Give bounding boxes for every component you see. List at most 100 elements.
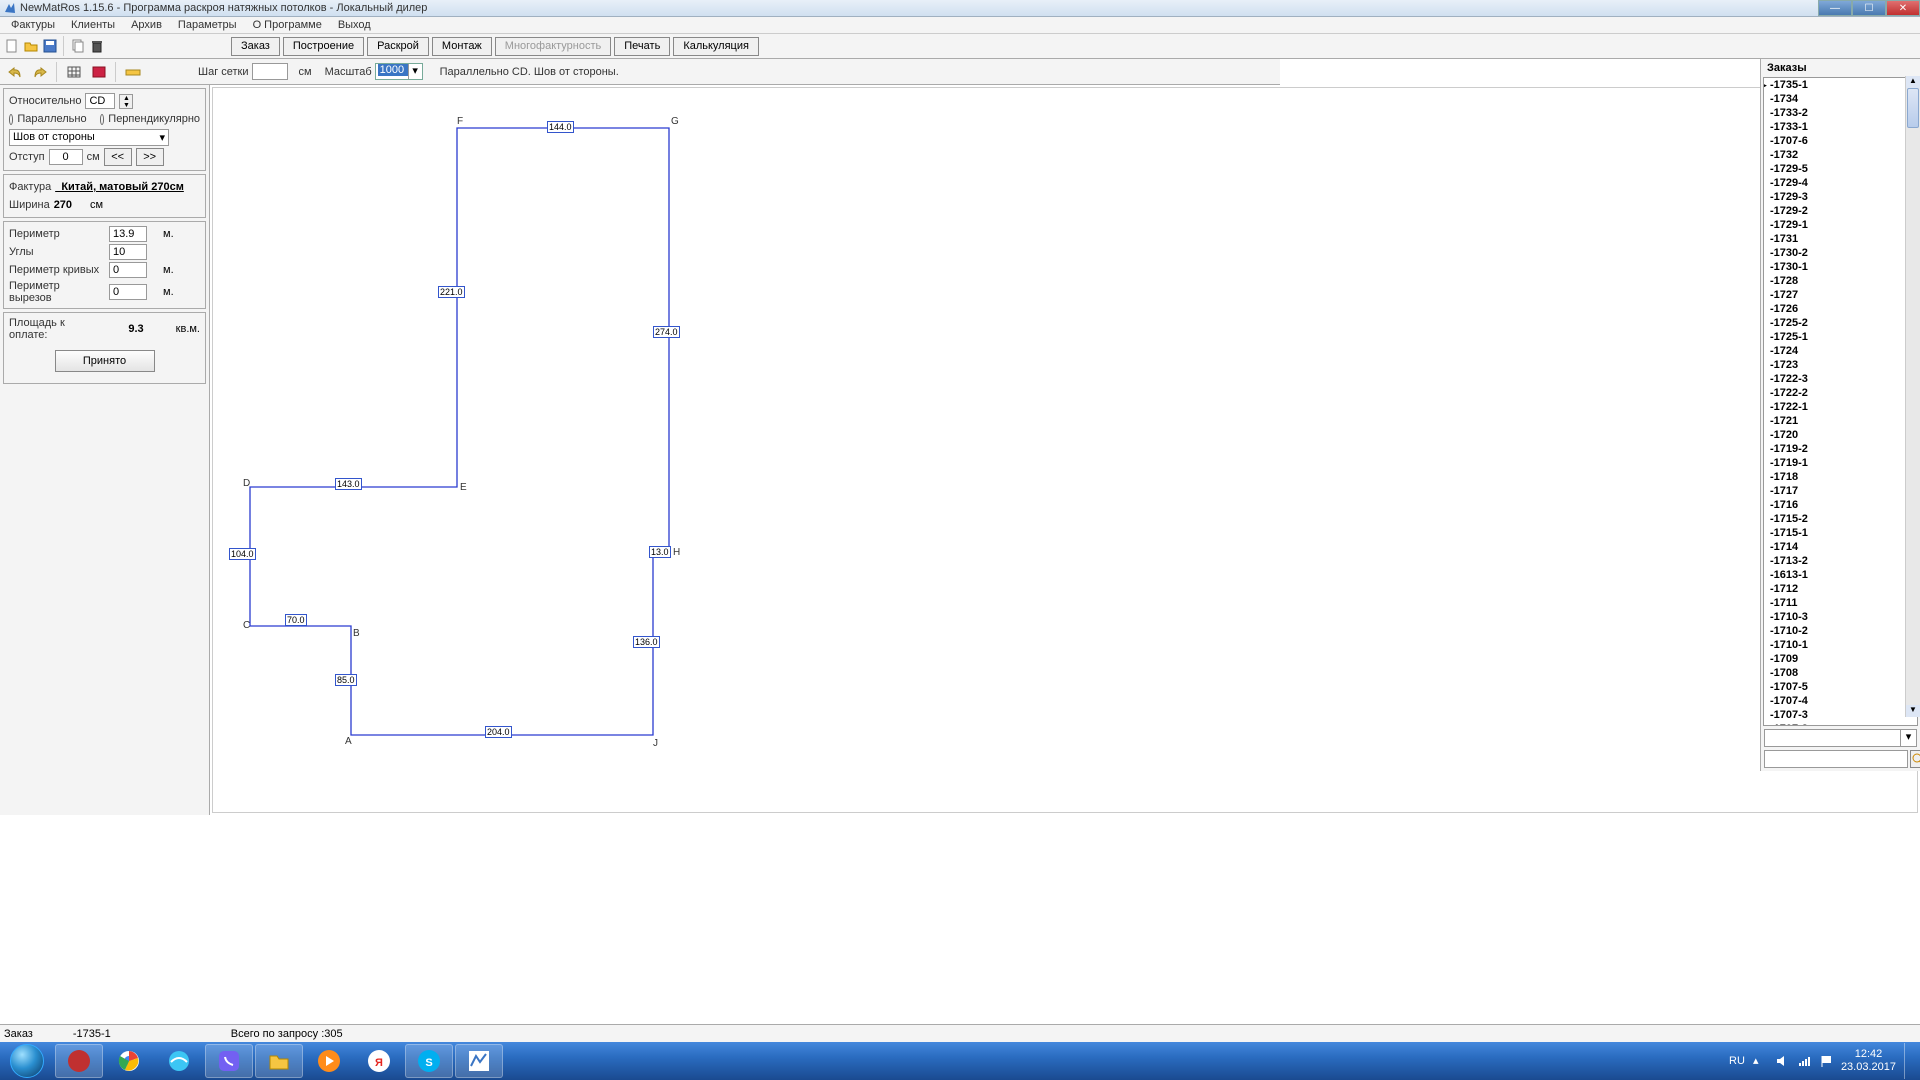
delete-icon[interactable]	[89, 38, 105, 54]
taskbar-explorer[interactable]	[255, 1044, 303, 1078]
order-item[interactable]: -1710-1	[1764, 638, 1917, 652]
tray-show-hidden-icon[interactable]: ▴	[1753, 1054, 1767, 1068]
order-item[interactable]: -1708	[1764, 666, 1917, 680]
undo-icon[interactable]	[4, 62, 26, 82]
scroll-up-icon[interactable]: ▲	[1906, 76, 1920, 88]
snap-icon[interactable]	[88, 62, 110, 82]
menu-item[interactable]: О Программе	[246, 18, 329, 32]
order-item[interactable]: -1725-1	[1764, 330, 1917, 344]
order-item[interactable]: -1729-5	[1764, 162, 1917, 176]
grid-step-input[interactable]	[252, 63, 288, 80]
taskbar-current-app[interactable]	[455, 1044, 503, 1078]
order-item[interactable]: -1731	[1764, 232, 1917, 246]
close-button[interactable]: ✕	[1886, 0, 1920, 16]
search-input[interactable]	[1764, 750, 1908, 768]
new-icon[interactable]	[4, 38, 20, 54]
seam-select[interactable]: Шов от стороны▾	[9, 129, 169, 146]
taskbar-yandex[interactable]: Я	[355, 1044, 403, 1078]
order-item[interactable]: -1719-2	[1764, 442, 1917, 456]
taskbar-ie[interactable]	[155, 1044, 203, 1078]
taskbar-viber[interactable]	[205, 1044, 253, 1078]
order-item[interactable]: -1707-3	[1764, 708, 1917, 722]
order-item[interactable]: -1730-2	[1764, 246, 1917, 260]
tab-build[interactable]: Построение	[283, 37, 364, 56]
offset-dec-button[interactable]: <<	[104, 148, 132, 166]
order-item[interactable]: -1729-2	[1764, 204, 1917, 218]
order-item[interactable]: -1718	[1764, 470, 1917, 484]
order-item[interactable]: -1712	[1764, 582, 1917, 596]
taskbar[interactable]: Я S RU ▴ 12:42 23.03.2017	[0, 1042, 1920, 1080]
order-item[interactable]: -1707-4	[1764, 694, 1917, 708]
system-tray[interactable]: RU ▴ 12:42 23.03.2017	[1721, 1043, 1920, 1079]
order-item[interactable]: -1733-2	[1764, 106, 1917, 120]
taskbar-app[interactable]	[55, 1044, 103, 1078]
scrollbar[interactable]: ▲ ▼	[1905, 76, 1920, 717]
order-item[interactable]: -1719-1	[1764, 456, 1917, 470]
order-item[interactable]: -1729-4	[1764, 176, 1917, 190]
order-item[interactable]: -1722-3	[1764, 372, 1917, 386]
menu-item[interactable]: Архив	[124, 18, 169, 32]
order-item[interactable]: -1723	[1764, 358, 1917, 372]
accept-button[interactable]: Принято	[55, 350, 155, 372]
order-item[interactable]: -1613-1	[1764, 568, 1917, 582]
taskbar-chrome[interactable]	[105, 1044, 153, 1078]
taskbar-skype[interactable]: S	[405, 1044, 453, 1078]
order-item[interactable]: -1710-2	[1764, 624, 1917, 638]
order-item[interactable]: -1734	[1764, 92, 1917, 106]
order-item[interactable]: -1721	[1764, 414, 1917, 428]
maximize-button[interactable]: ☐	[1852, 0, 1886, 16]
tab-multi[interactable]: Многофактурность	[495, 37, 611, 56]
taskbar-media[interactable]	[305, 1044, 353, 1078]
order-item[interactable]: -1722-1	[1764, 400, 1917, 414]
tab-cut[interactable]: Раскрой	[367, 37, 429, 56]
order-item[interactable]: -1729-1	[1764, 218, 1917, 232]
order-item[interactable]: -1717	[1764, 484, 1917, 498]
flag-icon[interactable]	[1819, 1054, 1833, 1068]
scroll-down-icon[interactable]: ▼	[1906, 705, 1920, 717]
order-item[interactable]: -1733-1	[1764, 120, 1917, 134]
order-item[interactable]: -1724	[1764, 344, 1917, 358]
order-item[interactable]: -1735-1	[1764, 78, 1917, 92]
menu-item[interactable]: Клиенты	[64, 18, 122, 32]
radio-perpendicular[interactable]	[100, 114, 104, 125]
tab-mount[interactable]: Монтаж	[432, 37, 492, 56]
menu-item[interactable]: Выход	[331, 18, 378, 32]
order-item[interactable]: -1730-1	[1764, 260, 1917, 274]
language-indicator[interactable]: RU	[1729, 1055, 1745, 1067]
tab-calc[interactable]: Калькуляция	[673, 37, 759, 56]
minimize-button[interactable]: —	[1818, 0, 1852, 16]
network-icon[interactable]	[1797, 1054, 1811, 1068]
order-item[interactable]: -1715-2	[1764, 512, 1917, 526]
show-desktop-button[interactable]	[1904, 1043, 1912, 1079]
order-item[interactable]: -1707-6	[1764, 134, 1917, 148]
volume-icon[interactable]	[1775, 1054, 1789, 1068]
order-item[interactable]: -1732	[1764, 148, 1917, 162]
offset-inc-button[interactable]: >>	[136, 148, 164, 166]
order-item[interactable]: -1709	[1764, 652, 1917, 666]
relative-value[interactable]: CD	[85, 93, 115, 109]
order-item[interactable]: -1729-3	[1764, 190, 1917, 204]
order-item[interactable]: -1715-1	[1764, 526, 1917, 540]
open-icon[interactable]	[23, 38, 39, 54]
tab-print[interactable]: Печать	[614, 37, 670, 56]
start-button[interactable]	[0, 1042, 54, 1080]
measure-icon[interactable]	[122, 62, 144, 82]
save-icon[interactable]	[42, 38, 58, 54]
grid-icon[interactable]	[63, 62, 85, 82]
menu-item[interactable]: Фактуры	[4, 18, 62, 32]
drawing-canvas[interactable]: F G E D C B A H J 144.0 221.0 274.0 143.…	[212, 87, 1918, 813]
offset-input[interactable]: 0	[49, 149, 83, 165]
order-item[interactable]: -1726	[1764, 302, 1917, 316]
order-item[interactable]: -1725-2	[1764, 316, 1917, 330]
order-item[interactable]: -1720	[1764, 428, 1917, 442]
order-item[interactable]: -1711	[1764, 596, 1917, 610]
order-item[interactable]: -1727	[1764, 288, 1917, 302]
order-item[interactable]: -1722-2	[1764, 386, 1917, 400]
radio-parallel[interactable]	[9, 114, 13, 125]
menu-item[interactable]: Параметры	[171, 18, 244, 32]
orders-list[interactable]: -1735-1-1734-1733-2-1733-1-1707-6-1732-1…	[1763, 77, 1918, 726]
order-item[interactable]: -1714	[1764, 540, 1917, 554]
clock[interactable]: 12:42 23.03.2017	[1841, 1048, 1896, 1074]
spinner-icon[interactable]: ▲▼	[119, 94, 133, 109]
filter-select[interactable]: ▾	[1764, 729, 1917, 747]
